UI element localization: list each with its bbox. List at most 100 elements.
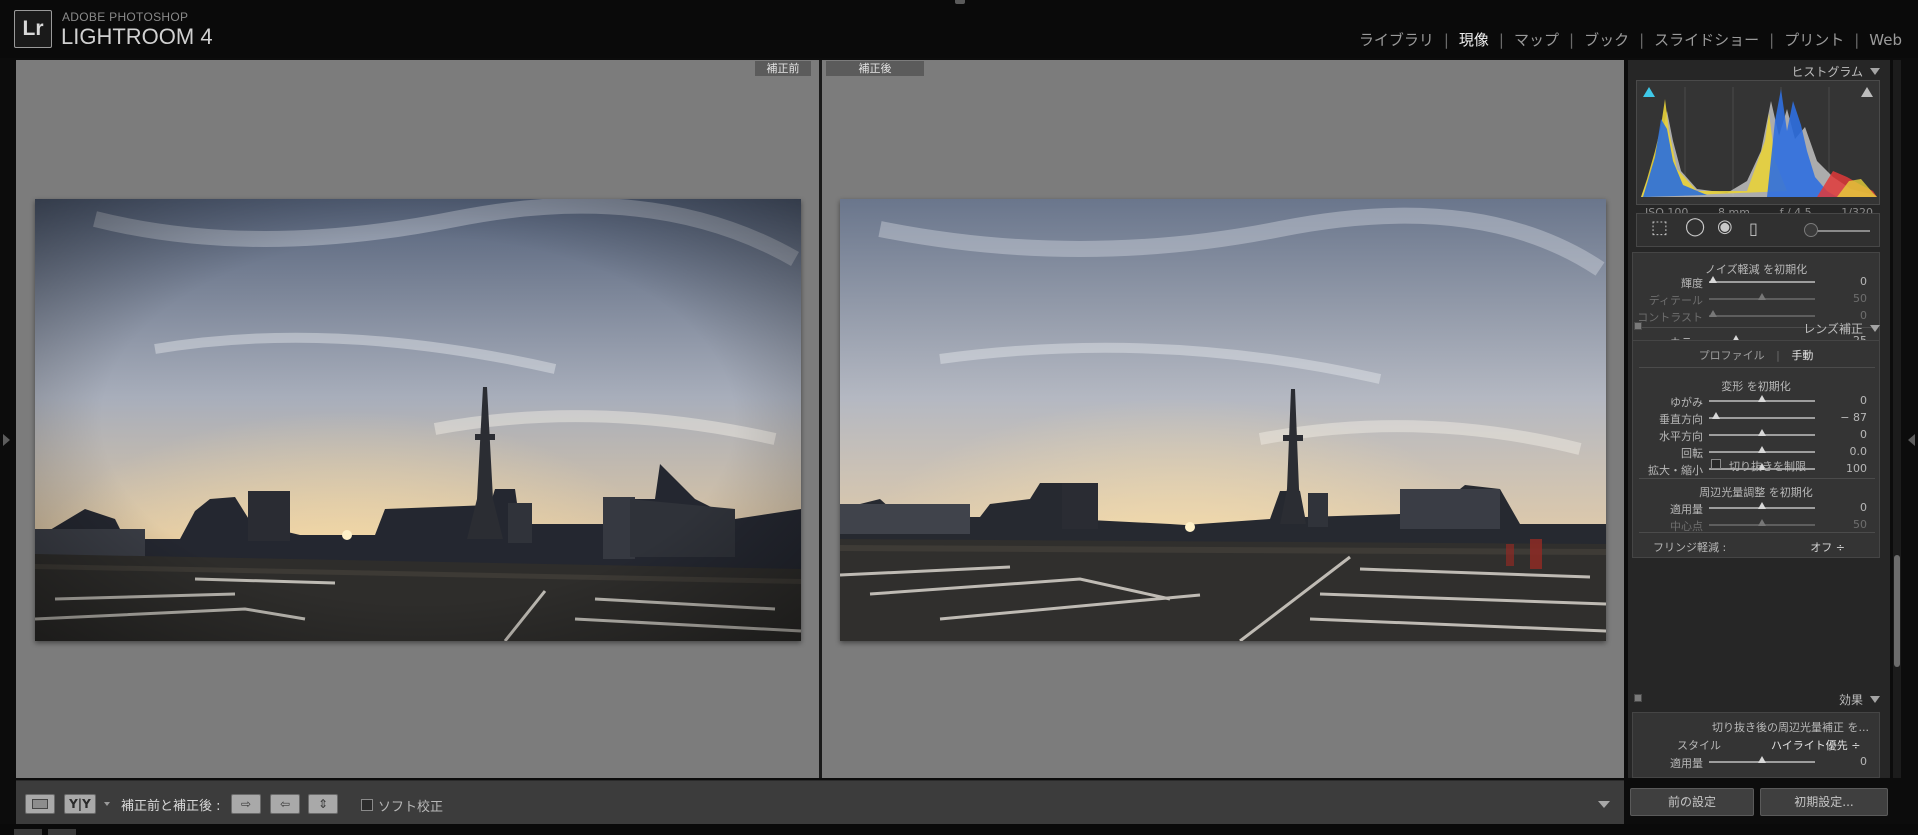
slider-value[interactable]: 50 — [1837, 292, 1867, 305]
slider-track[interactable] — [1709, 281, 1815, 283]
adjustment-brush-tool-icon[interactable] — [1804, 223, 1818, 237]
post-crop-vignette-reset[interactable]: 切り抜き後の周辺光量補正 を... — [1633, 719, 1879, 735]
transform-reset[interactable]: 変形 を初期化 — [1633, 378, 1879, 394]
spot-removal-tool-icon[interactable]: ◯ — [1685, 218, 1705, 236]
effects-header[interactable]: 効果 — [1839, 691, 1880, 708]
vignette-reset[interactable]: 周辺光量調整 を初期化 — [1633, 484, 1879, 500]
after-photo[interactable] — [840, 199, 1606, 641]
slider-value[interactable]: 0 — [1837, 394, 1867, 407]
right-panel-toggle-icon[interactable] — [1908, 434, 1915, 446]
graduated-filter-tool-icon[interactable]: ▯ — [1749, 221, 1758, 237]
right-panel-scroll-thumb[interactable] — [1894, 555, 1900, 667]
slider-row: 輝度 0 — [1633, 275, 1879, 291]
module-5[interactable]: プリント — [1784, 29, 1844, 50]
after-pane: 補正後 — [822, 60, 1624, 778]
red-eye-tool-icon[interactable]: ◉ — [1717, 218, 1733, 236]
reset-button[interactable]: 初期設定... — [1760, 788, 1888, 816]
develop-right-panel: ヒストグラム ISO 100 8 mm ƒ / 4.5 1/320 — [1628, 60, 1890, 778]
slider-track[interactable] — [1709, 417, 1815, 419]
slider-knob[interactable] — [1758, 446, 1766, 453]
status-bar — [0, 824, 1918, 835]
highlight-clipping-icon[interactable] — [1861, 87, 1873, 97]
constrain-crop-checkbox[interactable] — [1711, 459, 1721, 469]
histogram-title: ヒストグラム — [1791, 65, 1863, 79]
slider-row: 垂直方向 − 87 — [1633, 411, 1879, 427]
collapse-triangle-icon — [1870, 696, 1880, 703]
module-4[interactable]: スライドショー — [1654, 29, 1759, 50]
brand-subtitle: ADOBE PHOTOSHOP — [62, 10, 189, 24]
slider-value[interactable]: 0.0 — [1837, 445, 1868, 458]
slider-track[interactable] — [1709, 315, 1815, 317]
module-2[interactable]: マップ — [1514, 29, 1559, 50]
lightroom-logo: Lr — [14, 10, 52, 48]
slider-knob[interactable] — [1709, 310, 1718, 317]
slider-value[interactable]: 0 — [1837, 275, 1867, 288]
effects-block: 切り抜き後の周辺光量補正 を... スタイル ハイライト優先 ÷ 適用量 0 — [1632, 712, 1880, 778]
shadow-clipping-icon[interactable] — [1643, 87, 1655, 97]
before-after-label: 補正前と補正後 : — [121, 799, 221, 814]
tab-profile[interactable]: プロファイル — [1699, 349, 1765, 362]
before-after-mode-dropdown-icon[interactable] — [104, 802, 110, 806]
copy-after-to-before-button[interactable]: ⇦ — [270, 794, 300, 814]
slider-label: 輝度 — [1681, 277, 1703, 290]
slider-knob[interactable] — [1709, 276, 1718, 283]
effects-header-row: 効果 — [1628, 690, 1890, 708]
slider-label: 適用量 — [1670, 503, 1703, 516]
lens-tabs: プロファイル | 手動 — [1633, 347, 1879, 363]
after-label: 補正後 — [826, 61, 924, 76]
collapse-triangle-icon — [1870, 325, 1880, 332]
before-after-mode-button[interactable]: Y|Y — [64, 794, 96, 814]
loupe-view-icon — [32, 799, 48, 809]
slider-value[interactable]: 0 — [1837, 755, 1867, 768]
loupe-view-button[interactable] — [25, 794, 55, 814]
slider-label: 回転 — [1681, 447, 1703, 460]
slider-knob[interactable] — [1711, 412, 1720, 419]
slider-value[interactable]: 0 — [1837, 428, 1867, 441]
arrow-right-icon: ⇨ — [240, 797, 252, 811]
top-bar: Lr ADOBE PHOTOSHOP LIGHTROOM 4 ライブラリ | 現像 |… — [0, 0, 1918, 58]
copy-before-to-after-button[interactable]: ⇨ — [231, 794, 261, 814]
slider-knob[interactable] — [1758, 395, 1766, 402]
before-photo[interactable] — [35, 199, 801, 641]
brand-title: LIGHTROOM 4 — [61, 24, 213, 49]
slider-value[interactable]: − 87 — [1837, 411, 1867, 424]
slider-knob[interactable] — [1758, 519, 1766, 526]
slider-row: ゆがみ 0 — [1633, 394, 1879, 410]
slider-value[interactable]: 100 — [1837, 462, 1867, 475]
left-panel-toggle-icon[interactable] — [3, 434, 10, 446]
slider-knob[interactable] — [1758, 756, 1766, 763]
slider-row: 適用量 0 — [1633, 501, 1879, 517]
crop-tool-icon[interactable]: ⬚ — [1651, 219, 1668, 237]
module-6[interactable]: Web — [1869, 31, 1902, 49]
slider-knob[interactable] — [1758, 502, 1766, 509]
toolbar-menu-icon[interactable] — [1598, 801, 1610, 808]
slider-label: 垂直方向 — [1659, 413, 1703, 426]
lens-header[interactable]: レンズ補正 — [1803, 320, 1880, 337]
top-panel-toggle[interactable] — [955, 0, 965, 4]
fringe-label: フリンジ軽減 : — [1653, 541, 1727, 554]
after-photo-image — [840, 199, 1606, 641]
soft-proof-checkbox[interactable] — [361, 799, 373, 811]
slider-value[interactable]: 50 — [1837, 518, 1867, 531]
histogram-header[interactable]: ヒストグラム — [1791, 63, 1880, 80]
module-1[interactable]: 現像 — [1459, 29, 1489, 50]
before-after-viewer: 補正前 補正後 — [16, 60, 1624, 778]
slider-label: 拡大・縮小 — [1648, 464, 1703, 477]
module-picker: ライブラリ | 現像 | マップ | ブック | スライドショー | プリント | Web — [1359, 29, 1902, 50]
module-separator: | — [1498, 30, 1504, 49]
right-panel-scrollbar[interactable] — [1893, 60, 1901, 778]
module-3[interactable]: ブック — [1584, 29, 1629, 50]
module-0[interactable]: ライブラリ — [1359, 29, 1434, 50]
effect-style-dropdown[interactable]: ハイライト優先 ÷ — [1771, 737, 1861, 753]
slider-row: 適用量 0 — [1633, 755, 1879, 771]
slider-knob[interactable] — [1758, 293, 1766, 300]
fringe-dropdown[interactable]: オフ ÷ — [1810, 539, 1845, 555]
lens-section-toggle[interactable] — [1634, 322, 1642, 330]
slider-value[interactable]: 0 — [1837, 501, 1867, 514]
tool-strip: ⬚ ◯ ◉ ▯ — [1636, 213, 1880, 247]
previous-settings-button[interactable]: 前の設定 — [1630, 788, 1754, 816]
slider-knob[interactable] — [1758, 429, 1766, 436]
swap-before-after-button[interactable]: ⇕ — [308, 794, 338, 814]
histogram[interactable]: ISO 100 8 mm ƒ / 4.5 1/320 — [1636, 80, 1880, 219]
tab-manual[interactable]: 手動 — [1791, 349, 1813, 362]
